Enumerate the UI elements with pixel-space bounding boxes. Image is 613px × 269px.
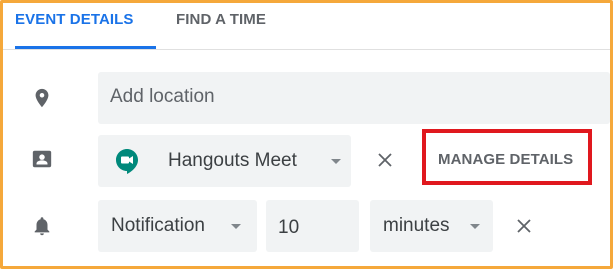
notification-unit-label: minutes [383, 215, 450, 236]
tab-find-a-time[interactable]: FIND A TIME [176, 11, 266, 28]
remove-notification-close-icon[interactable] [515, 217, 533, 235]
chevron-down-icon [470, 224, 480, 229]
remove-conferencing-close-icon[interactable] [376, 151, 394, 169]
bell-icon [34, 217, 50, 236]
notification-value-input[interactable]: 10 [266, 200, 359, 252]
chevron-down-icon [231, 224, 241, 229]
tab-bar: EVENT DETAILS FIND A TIME [3, 3, 610, 50]
hangouts-meet-logo [116, 149, 138, 174]
notification-type-label: Notification [111, 215, 205, 236]
notification-value: 10 [278, 217, 300, 238]
conferencing-provider-select[interactable]: Hangouts Meet [98, 135, 351, 187]
chevron-down-icon [331, 159, 341, 164]
active-tab-indicator [15, 46, 156, 49]
notification-type-select[interactable]: Notification [98, 200, 257, 252]
location-pin-icon [35, 88, 49, 108]
manage-details-button[interactable]: MANAGE DETAILS [438, 151, 573, 168]
event-details-panel: EVENT DETAILS FIND A TIME Add location H… [0, 0, 613, 269]
manage-details-highlight: MANAGE DETAILS [422, 129, 592, 185]
notification-unit-select[interactable]: minutes [370, 200, 493, 252]
video-conference-card-icon [32, 150, 52, 168]
tab-event-details[interactable]: EVENT DETAILS [15, 11, 134, 28]
location-input[interactable]: Add location [98, 72, 610, 124]
conferencing-provider-label: Hangouts Meet [168, 150, 297, 171]
